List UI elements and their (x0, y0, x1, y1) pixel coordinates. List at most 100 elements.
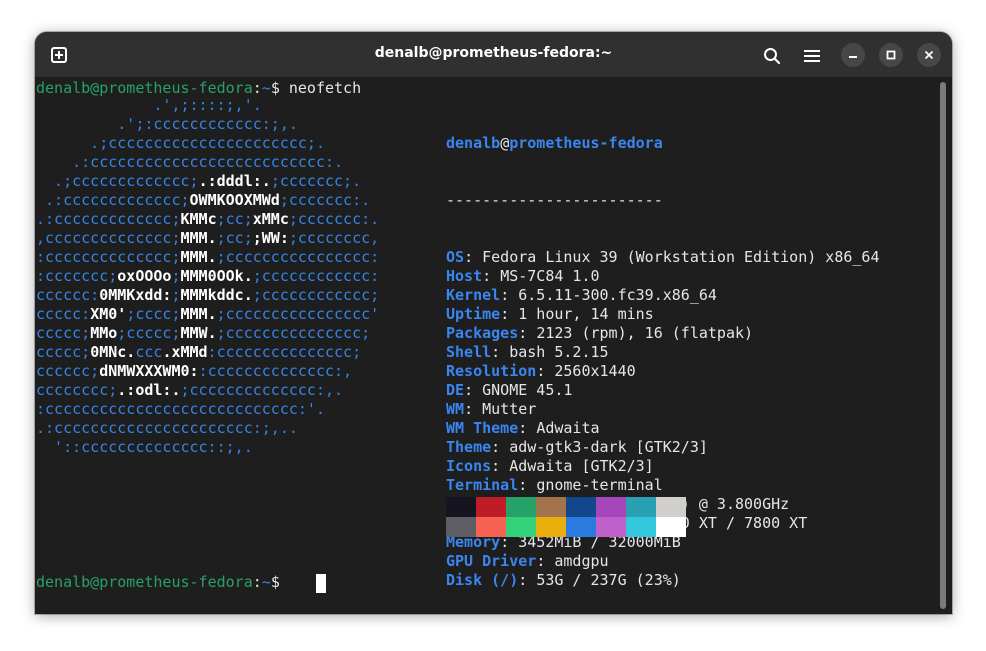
logo-segment: ; (171, 267, 181, 285)
info-value: 1 hour, 14 mins (518, 305, 654, 323)
hamburger-menu-icon (804, 50, 820, 62)
title-bar[interactable]: denalb@prometheus-fedora:~ (35, 32, 952, 78)
logo-segment: .:ccccccccccccc; (36, 191, 190, 209)
logo-segment: :cccccccccccccccccccccccccccc:'. (36, 400, 325, 418)
logo-line: ccccc;0MNc.ccc.xMMd:ccccccccccccccc; (36, 343, 379, 362)
close-icon (924, 50, 934, 60)
logo-line: cccccc:0MMKxdd:;MMMkddc.;cccccccccccc; (36, 286, 379, 305)
color-swatch (566, 497, 596, 517)
search-button[interactable] (760, 44, 784, 68)
info-row: Theme: adw-gtk3-dark [GTK2/3] (446, 438, 708, 456)
close-button[interactable] (917, 43, 941, 67)
info-key: Uptime (446, 305, 501, 323)
logo-segment: .:odl:. (117, 381, 181, 399)
color-swatch (506, 517, 536, 537)
color-swatch (626, 497, 656, 517)
logo-segment: ;cccccccccccc; (252, 286, 380, 304)
logo-segment: ;cccccccccccccccc' (216, 305, 380, 323)
info-value: MS-7C84 1.0 (500, 267, 600, 285)
info-key: Host (446, 267, 483, 285)
logo-line: .',;::::;,'. (36, 96, 379, 115)
info-value: GNOME 45.1 (482, 381, 573, 399)
logo-segment: oxOOOo (117, 267, 172, 285)
prompt-separator: : (252, 79, 262, 97)
info-row: Host: MS-7C84 1.0 (446, 267, 600, 285)
scrollbar[interactable] (940, 82, 946, 609)
color-swatch (446, 497, 476, 517)
logo-line: '::cccccccccccccc::;,. (36, 438, 379, 457)
logo-segment: .;cccccccccccccccccccccc;. (36, 134, 325, 152)
color-swatch (476, 517, 506, 537)
color-swatch (536, 497, 566, 517)
info-row: Resolution: 2560x1440 (446, 362, 636, 380)
logo-segment: .:cccccccccccccccccccccccccc:. (36, 153, 344, 171)
logo-segment: :cccccccccccccc; (36, 248, 181, 266)
info-key: Terminal (446, 476, 519, 494)
info-key: OS (446, 248, 465, 266)
logo-segment: .;ccccccccccccc; (36, 172, 199, 190)
logo-segment: ,cccccccccccccc; (36, 229, 181, 247)
logo-line: :ccccccc;oxOOOo;MMM0OOk.;cccccccccccc: (36, 267, 379, 286)
logo-segment: ccccc: (36, 305, 91, 323)
logo-segment: ;cccccccccccccccc: (216, 248, 380, 266)
logo-segment: .xMMd (162, 343, 208, 361)
maximize-button[interactable] (879, 43, 903, 67)
menu-button[interactable] (800, 44, 824, 68)
info-value: adw-gtk3-dark [GTK2/3] (509, 438, 708, 456)
logo-segment: ;ccccccccccccccc; (216, 324, 371, 342)
logo-segment: cccccc; (36, 362, 100, 380)
logo-segment: .:cccccccccccccccccccccc:;,.. (36, 419, 298, 437)
logo-segment: ;cccccccccccc: (252, 267, 380, 285)
logo-segment: ccc (135, 343, 163, 361)
info-value: gnome-terminal (536, 476, 663, 494)
info-at: @ (500, 134, 510, 152)
info-value: Adwaita [GTK2/3] (509, 457, 654, 475)
maximize-icon (886, 50, 896, 60)
info-row: Packages: 2123 (rpm), 16 (flatpak) (446, 324, 754, 342)
prompt-symbol: $ (270, 573, 280, 591)
logo-line: ccccc:XM0';cccc;MMM.;cccccccccccccccc' (36, 305, 379, 324)
info-key: Kernel (446, 286, 501, 304)
minimize-button[interactable] (841, 43, 865, 67)
info-value: 6.5.11-300.fc39.x86_64 (518, 286, 717, 304)
terminal-output[interactable]: denalb@prometheus-fedora:~$ neofetch .',… (35, 79, 940, 614)
logo-segment: MMMkddc. (180, 286, 253, 304)
color-swatch (656, 517, 686, 537)
logo-line: .:ccccccccccccc;OWMKOOXMWd;ccccccc:. (36, 191, 379, 210)
logo-segment: ;cccc; (126, 305, 181, 323)
prompt-path: ~ (261, 573, 271, 591)
text-cursor (316, 574, 326, 593)
info-value: amdgpu (554, 552, 609, 570)
info-key: Resolution (446, 362, 537, 380)
fedora-ascii-logo: .',;::::;,'. .';:cccccccccccc:;,. .;cccc… (36, 96, 379, 457)
info-row: OS: Fedora Linux 39 (Workstation Edition… (446, 248, 880, 266)
logo-line: :cccccccccccccccccccccccccccc:'. (36, 400, 379, 419)
logo-segment: KMMc (180, 210, 217, 228)
logo-line: cccccc;dNMWXXXWM0::cccccccccccccc:, (36, 362, 379, 381)
logo-line: .:ccccccccccccc;KMMc;cc;xMMc;ccccccc:. (36, 210, 379, 229)
logo-line: :cccccccccccccc;MMM.;cccccccccccccccc: (36, 248, 379, 267)
prompt-line-active: denalb@prometheus-fedora:~$ (36, 573, 289, 592)
info-fields: OS: Fedora Linux 39 (Workstation Edition… (446, 248, 879, 590)
info-value: Fedora Linux 39 (Workstation Edition) x8… (482, 248, 880, 266)
logo-line: .:cccccccccccccccccccccccccc:. (36, 153, 379, 172)
info-key: Theme (446, 438, 492, 456)
search-icon (764, 48, 781, 65)
info-value: Adwaita (536, 419, 600, 437)
info-value: 2560x1440 (554, 362, 636, 380)
logo-segment: MMM0OOk. (180, 267, 253, 285)
info-separator: ------------------------ (446, 191, 663, 209)
logo-segment: ;ccccccc;. (270, 172, 362, 190)
logo-segment: XM0' (90, 305, 127, 323)
color-swatch (626, 517, 656, 537)
logo-segment: .:dddl:. (198, 172, 271, 190)
logo-segment: .:ccccccccccccc; (36, 210, 181, 228)
info-key: Icons (446, 457, 492, 475)
prompt-symbol: $ (270, 79, 280, 97)
info-value: Mutter (482, 400, 537, 418)
logo-segment: MMM. (180, 229, 217, 247)
info-key: WM (446, 400, 465, 418)
prompt-path: ~ (261, 79, 271, 97)
info-row: WM: Mutter (446, 400, 537, 418)
logo-line: cccccccc;.:odl:.;cccccccccccccc:,. (36, 381, 379, 400)
